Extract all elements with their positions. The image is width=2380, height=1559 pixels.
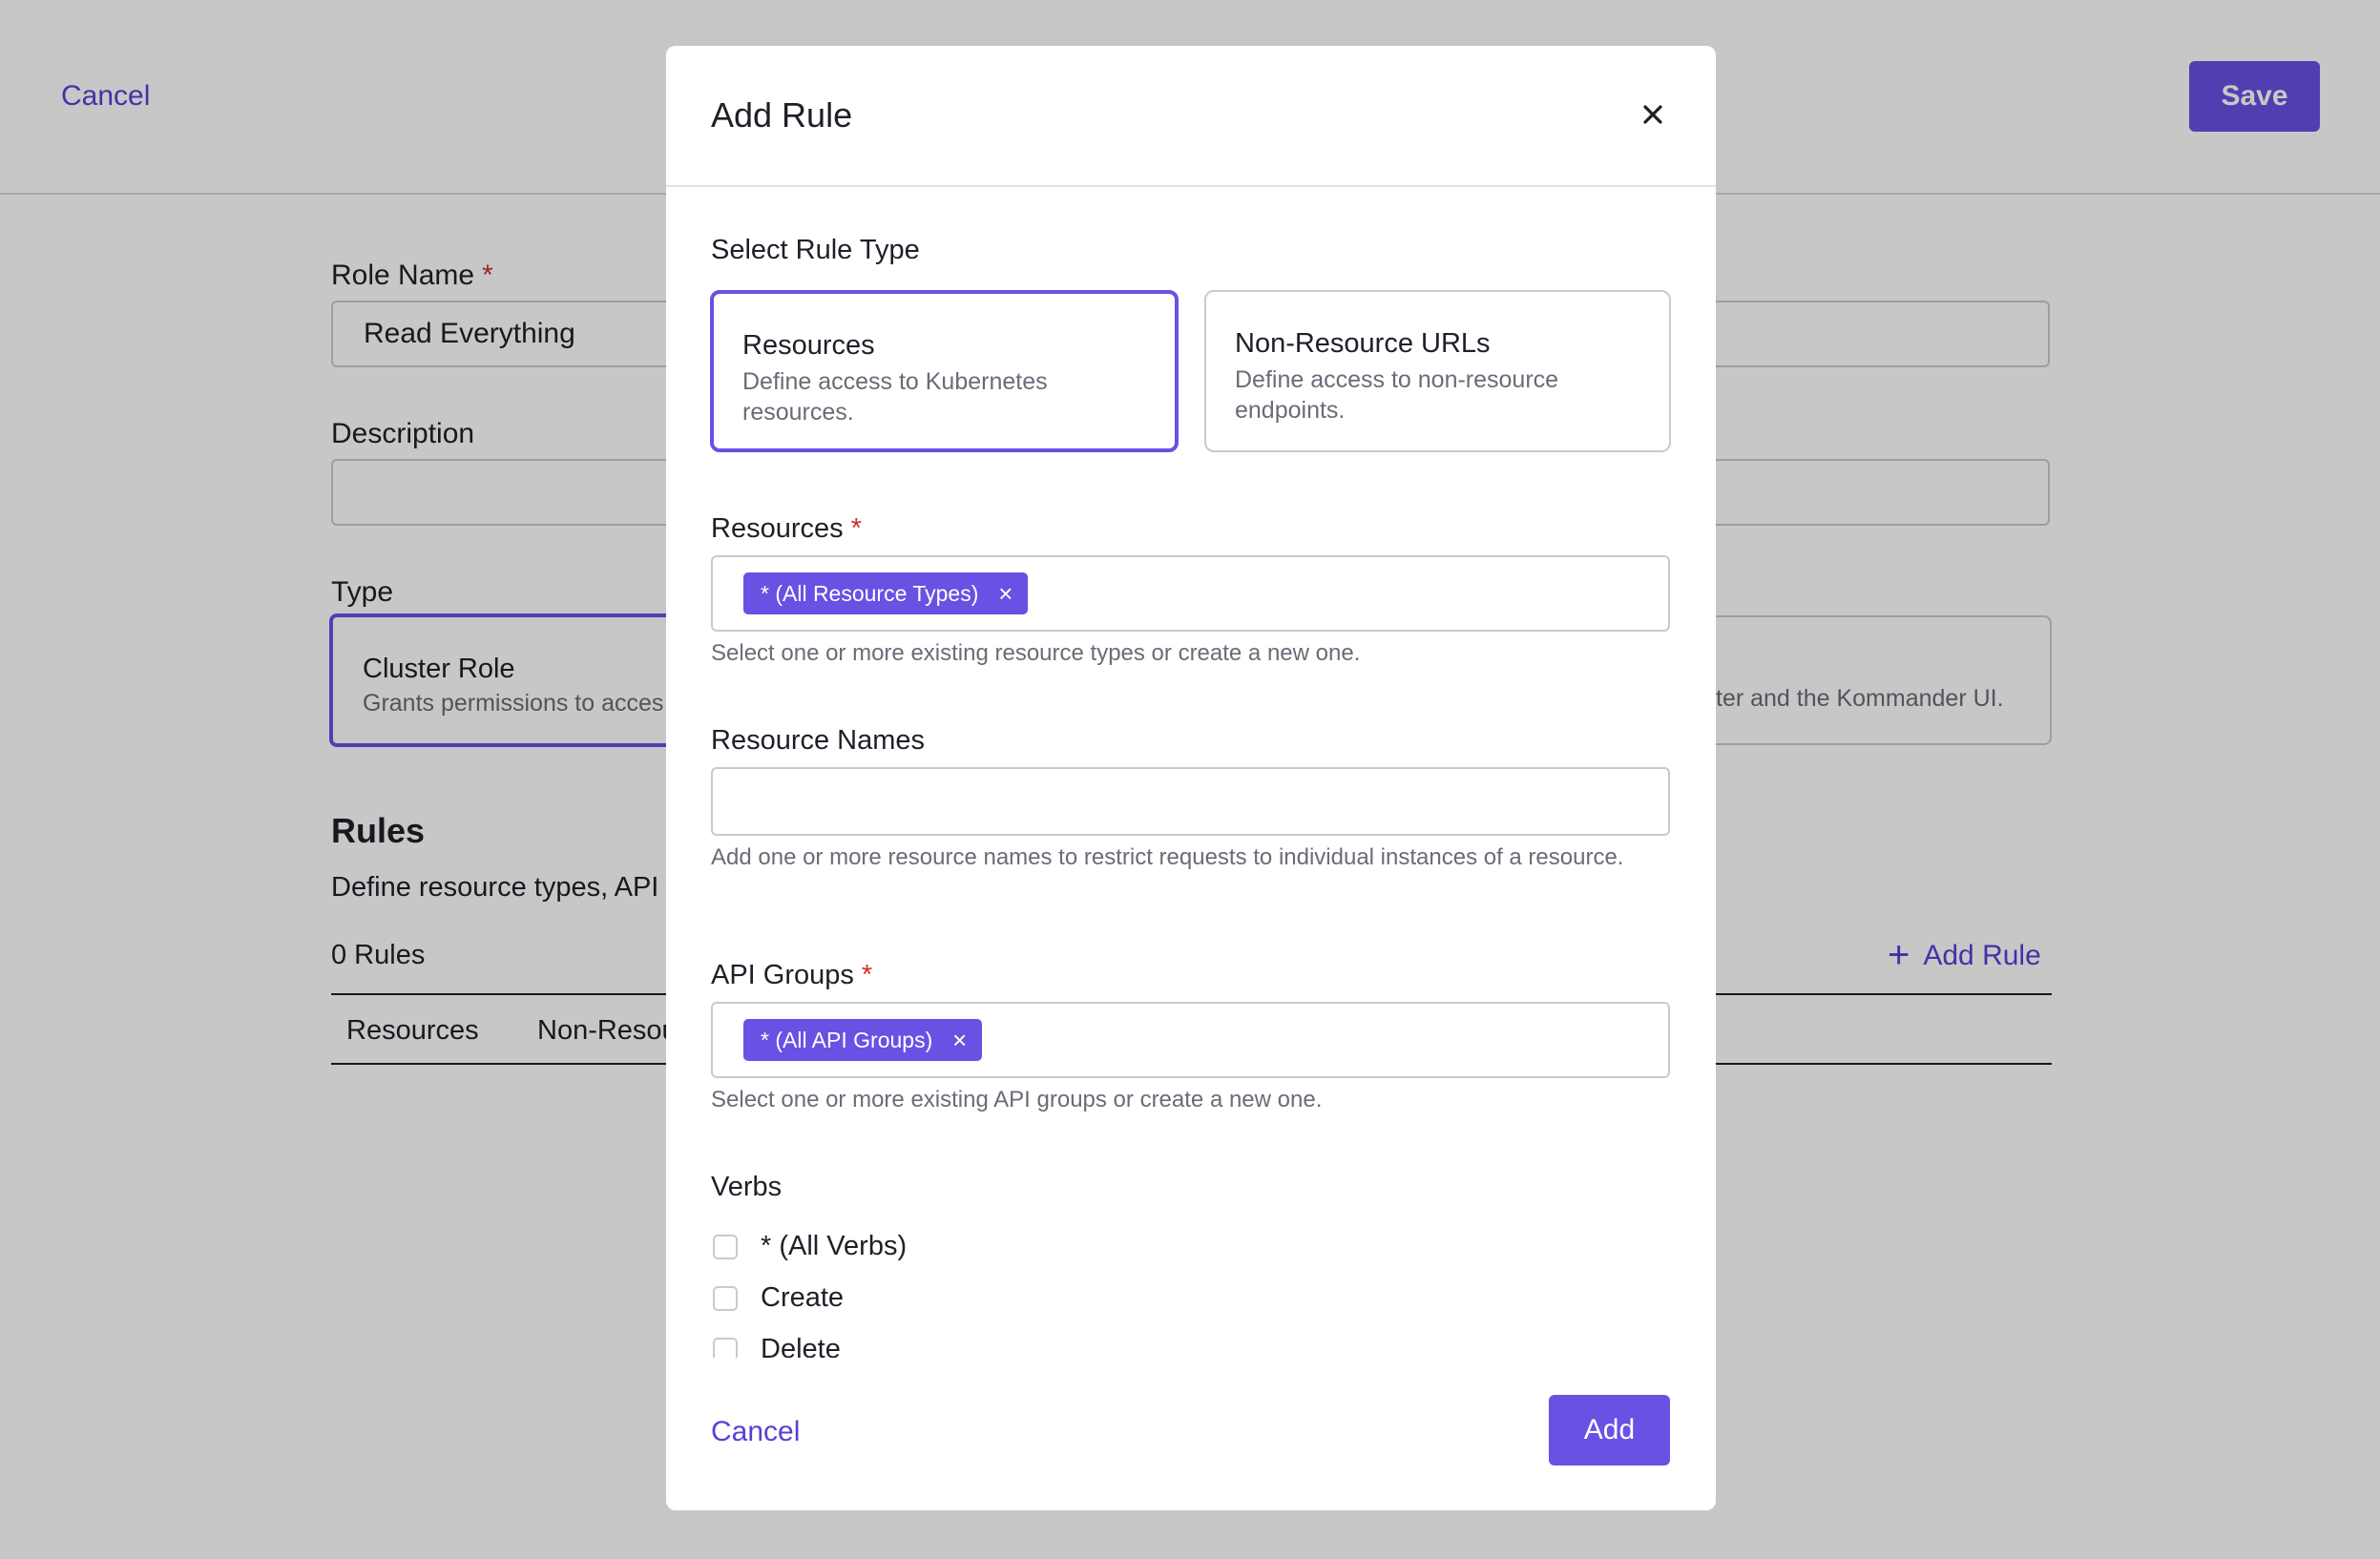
rule-type-title: Non-Resource URLs [1235,328,1491,359]
add-button[interactable]: Add [1549,1395,1670,1465]
verb-label: Create [761,1282,845,1313]
rule-type-desc: Define access to non-resource endpoints. [1235,366,1559,424]
modal-cancel-link[interactable]: Cancel [711,1416,800,1448]
required-marker: * [861,960,873,990]
api-group-chip: * (All API Groups) × [743,1019,983,1061]
rule-type-desc: Define access to Kubernetes resources. [742,368,1048,426]
remove-chip-icon[interactable]: × [952,1019,967,1061]
api-groups-label: API Groups * [711,960,873,990]
verbs-label: Verbs [711,1172,783,1202]
modal-header-divider [666,185,1716,187]
verb-label: * (All Verbs) [761,1231,908,1261]
api-groups-help: Select one or more existing API groups o… [711,1087,1323,1112]
verb-checkbox[interactable] [713,1286,738,1311]
rule-type-resources[interactable]: Resources Define access to Kubernetes re… [710,290,1179,452]
verb-checkbox[interactable] [713,1235,738,1259]
resources-label: Resources * [711,513,862,544]
resource-names-input[interactable] [711,767,1670,836]
close-icon[interactable] [1634,95,1672,134]
modal-title: Add Rule [711,95,853,135]
required-marker: * [850,513,862,544]
api-groups-multiselect[interactable]: * (All API Groups) × [711,1002,1670,1078]
add-rule-modal: Add Rule Select Rule Type Resources Defi… [666,46,1716,1510]
rule-type-non-resource-urls[interactable]: Non-Resource URLs Define access to non-r… [1204,290,1671,452]
remove-chip-icon[interactable]: × [998,572,1013,614]
resources-multiselect[interactable]: * (All Resource Types) × [711,555,1670,632]
resources-help: Select one or more existing resource typ… [711,640,1361,666]
rule-type-title: Resources [742,330,875,361]
resource-names-label: Resource Names [711,725,926,756]
resource-chip: * (All Resource Types) × [743,572,1029,614]
select-rule-type-label: Select Rule Type [711,235,920,265]
resource-names-help: Add one or more resource names to restri… [711,844,1624,870]
